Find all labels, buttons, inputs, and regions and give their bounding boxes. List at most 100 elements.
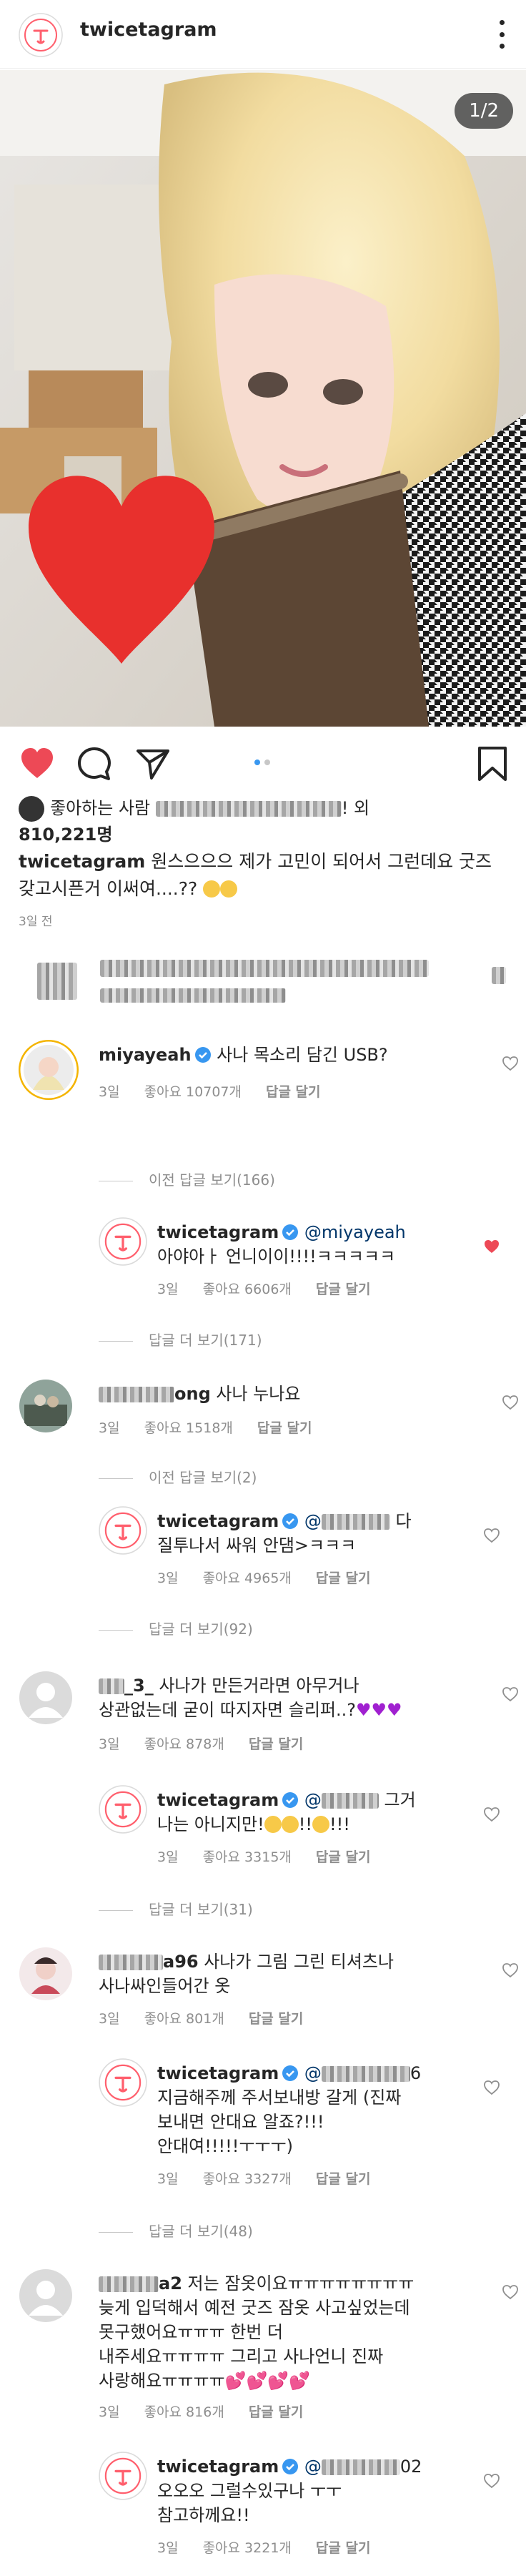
comment-username[interactable]: a96 <box>163 1952 199 1972</box>
commenter-avatar[interactable] <box>99 1506 147 1555</box>
comment-text: 내주세요ㅠㅠㅠㅠ 그리고 사나언니 진짜 <box>99 2346 384 2366</box>
comment-username[interactable]: a2 <box>159 2273 182 2294</box>
comment-text: 아야아ㅏ 언니이이!!!!ㅋㅋㅋㅋㅋ <box>157 1247 396 1267</box>
view-more-replies[interactable]: 답글 더 보기(31) <box>99 1898 253 1919</box>
comment-likes[interactable]: 좋아요 6606개 <box>203 1282 292 1297</box>
comment-text: 오오오 그럴수있구나 ㅜㅜ <box>157 2481 342 2501</box>
comment-username[interactable]: _3_ <box>124 1676 154 1696</box>
view-more-replies[interactable]: 답글 더 보기(92) <box>99 1618 253 1638</box>
comment-liked-icon[interactable] <box>483 1239 500 1254</box>
reply-button[interactable]: 답글 달기 <box>316 2540 371 2556</box>
comment-likes[interactable]: 좋아요 816개 <box>144 2404 224 2420</box>
commenter-avatar[interactable] <box>99 1785 147 1834</box>
more-options-icon[interactable] <box>496 20 507 49</box>
blurred-comment <box>0 934 526 1017</box>
reply-button[interactable]: 답글 달기 <box>316 1282 371 1297</box>
comment-like-icon[interactable] <box>502 1962 519 1978</box>
blurred-username <box>321 1514 390 1530</box>
comment-meta: 3일 좋아요 10707개 답글 달기 <box>99 1081 345 1101</box>
bookmark-icon[interactable] <box>476 745 509 782</box>
emoji-icon <box>264 1816 282 1833</box>
comment-time: 3일 <box>157 2171 179 2187</box>
header-username[interactable]: twicetagram <box>80 19 217 41</box>
comment-likes[interactable]: 좋아요 878개 <box>144 1736 224 1752</box>
mention[interactable]: @ <box>304 1511 322 1531</box>
comment-time: 3일 <box>157 1282 179 1297</box>
verified-badge-icon <box>282 1224 299 1240</box>
commenter-avatar[interactable] <box>19 1947 73 2001</box>
comment-likes[interactable]: 좋아요 3221개 <box>203 2540 292 2556</box>
post-photo[interactable]: 1/2 <box>0 70 526 727</box>
comment-username[interactable]: twicetagram <box>157 2063 279 2083</box>
reply-button[interactable]: 답글 달기 <box>316 2171 371 2187</box>
commenter-avatar[interactable] <box>99 2452 147 2500</box>
default-avatar-icon[interactable] <box>19 2268 73 2323</box>
caption-username[interactable]: twicetagram <box>19 851 145 872</box>
comment-icon[interactable] <box>76 745 113 782</box>
comment-like-icon[interactable] <box>483 2080 500 2095</box>
comment-text: 그거 <box>378 1790 416 1810</box>
reply-button[interactable]: 답글 달기 <box>249 2404 304 2420</box>
reply-button[interactable]: 답글 달기 <box>316 1570 371 1586</box>
commenter-avatar[interactable] <box>99 2058 147 2107</box>
likes-summary[interactable]: 좋아하는 사람 ! 외 810,221명 <box>19 795 512 847</box>
commenter-avatar[interactable] <box>99 1217 147 1266</box>
comment-likes[interactable]: 좋아요 1518개 <box>144 1420 233 1436</box>
comment-meta: 3일 좋아요 878개 답글 달기 <box>99 1734 327 1753</box>
view-more-replies[interactable]: 답글 더 보기(48) <box>99 2220 253 2241</box>
comment-meta: 3일 좋아요 1518개 답글 달기 <box>99 1417 336 1437</box>
purple-hearts: ♥♥♥ <box>356 1700 402 1720</box>
comment-like-icon[interactable] <box>502 1056 519 1071</box>
post-timestamp: 3일 전 <box>19 915 53 929</box>
reply-button[interactable]: 답글 달기 <box>257 1420 312 1436</box>
profile-avatar[interactable] <box>19 13 63 57</box>
view-previous-replies[interactable]: 이전 답글 보기(166) <box>99 1169 275 1189</box>
comment-username[interactable]: twicetagram <box>157 1222 279 1242</box>
comment-likes[interactable]: 좋아요 3315개 <box>203 1849 292 1865</box>
mention[interactable]: @ <box>304 2457 322 2477</box>
comment-like-icon[interactable] <box>502 2284 519 2300</box>
comment-username[interactable]: ong <box>174 1384 211 1404</box>
comment-text: 6 <box>410 2063 422 2083</box>
comment-text: 사나 목소리 담긴 USB? <box>211 1045 388 1065</box>
comment-body: twicetagram @ 그거 나는 아니지만!!!!!! <box>157 1788 465 1837</box>
comment-time: 3일 <box>99 2011 120 2027</box>
comment-likes[interactable]: 좋아요 4965개 <box>203 1570 292 1586</box>
reply-button[interactable]: 답글 달기 <box>249 1736 304 1752</box>
view-previous-replies[interactable]: 이전 답글 보기(2) <box>99 1466 257 1487</box>
mention[interactable]: @ <box>304 2063 322 2083</box>
mention[interactable]: @ <box>304 1790 322 1810</box>
comment-username[interactable]: twicetagram <box>157 1511 279 1531</box>
reply-button[interactable]: 답글 달기 <box>266 1084 321 1100</box>
commenter-avatar[interactable] <box>19 1040 79 1100</box>
default-avatar-icon[interactable] <box>19 1671 73 1725</box>
comment-like-icon[interactable] <box>483 1806 500 1822</box>
comment-body: twicetagram @ 다 질투나서 싸워 안댐>ㅋㅋㅋ <box>157 1509 465 1558</box>
comment-text: 질투나서 싸워 안댐>ㅋㅋㅋ <box>157 1535 357 1555</box>
comment-text: 사랑해요ㅠㅠㅠㅠ <box>99 2371 225 2391</box>
reply-button[interactable]: 답글 달기 <box>249 2011 304 2027</box>
comment-like-icon[interactable] <box>483 1528 500 1543</box>
comment-likes[interactable]: 좋아요 3327개 <box>203 2171 292 2187</box>
blurred-username <box>99 1387 174 1402</box>
commenter-avatar[interactable] <box>19 1379 73 1433</box>
share-icon[interactable] <box>134 745 172 782</box>
comment-username[interactable]: twicetagram <box>157 1790 279 1810</box>
reply-button[interactable]: 답글 달기 <box>316 1849 371 1865</box>
mention[interactable]: @miyayeah <box>304 1222 406 1242</box>
comment-like-icon[interactable] <box>483 2473 500 2489</box>
comment-text: 사나가 만든거라면 아무거나 <box>153 1676 359 1696</box>
blurred-username <box>155 801 342 817</box>
comment-meta: 3일 좋아요 801개 답글 달기 <box>99 2008 327 2027</box>
comment-meta: 3일 좋아요 3221개 답글 달기 <box>157 2537 394 2557</box>
blurred-avatar <box>37 963 77 1000</box>
comment-likes[interactable]: 좋아요 801개 <box>144 2011 224 2027</box>
view-more-replies[interactable]: 답글 더 보기(171) <box>99 1329 262 1350</box>
comment-like-icon[interactable] <box>502 1686 519 1702</box>
comment-like-icon[interactable] <box>502 1395 519 1410</box>
like-heart-icon[interactable] <box>19 745 56 782</box>
comment-body: a96 사나가 그림 그린 티셔츠나 사나싸인들어간 옷 <box>99 1950 477 1998</box>
comment-username[interactable]: miyayeah <box>99 1045 192 1065</box>
comment-username[interactable]: twicetagram <box>157 2457 279 2477</box>
comment-likes[interactable]: 좋아요 10707개 <box>144 1084 242 1100</box>
